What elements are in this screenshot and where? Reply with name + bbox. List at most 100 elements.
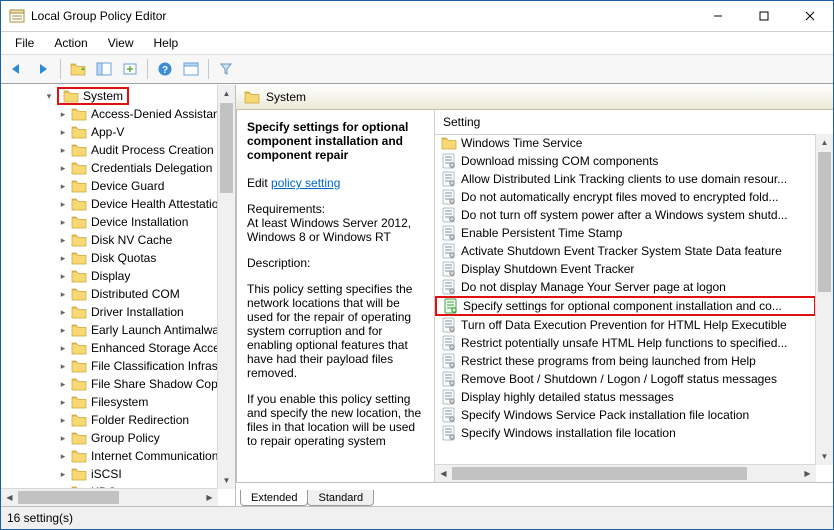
list-row[interactable]: Windows Time Service xyxy=(435,134,816,152)
menu-view[interactable]: View xyxy=(100,34,142,52)
expand-icon[interactable]: ▸ xyxy=(57,414,69,426)
maximize-button[interactable] xyxy=(741,1,787,31)
expand-icon[interactable]: ▸ xyxy=(57,216,69,228)
list-row[interactable]: Display highly detailed status messages xyxy=(435,388,816,406)
policy-icon xyxy=(441,153,457,169)
tab-extended[interactable]: Extended xyxy=(240,490,308,506)
tree-item[interactable]: ▸Device Guard xyxy=(1,177,235,195)
tree-item-label: Group Policy xyxy=(91,431,160,445)
back-button[interactable] xyxy=(5,57,29,81)
filter-button[interactable] xyxy=(214,57,238,81)
expand-icon[interactable]: ▸ xyxy=(57,378,69,390)
folder-icon xyxy=(71,305,87,319)
expand-icon[interactable]: ▸ xyxy=(57,324,69,336)
list-row[interactable]: Do not automatically encrypt files moved… xyxy=(435,188,816,206)
list-row-label: Restrict these programs from being launc… xyxy=(461,354,756,368)
expand-icon[interactable]: ▸ xyxy=(57,162,69,174)
list-row[interactable]: Activate Shutdown Event Tracker System S… xyxy=(435,242,816,260)
properties-button[interactable] xyxy=(179,57,203,81)
tree-item[interactable]: ▸Disk Quotas xyxy=(1,249,235,267)
tree-item-label: Audit Process Creation xyxy=(91,143,214,157)
expand-icon[interactable]: ▸ xyxy=(57,108,69,120)
requirements-text: At least Windows Server 2012, Windows 8 … xyxy=(247,216,424,244)
tree-hscroll[interactable]: ◀ ▶ xyxy=(1,488,218,506)
list-row[interactable]: Specify settings for optional component … xyxy=(435,296,816,316)
description-pane: Specify settings for optional component … xyxy=(237,110,435,482)
tree-item[interactable]: ▸Early Launch Antimalwa xyxy=(1,321,235,339)
expand-icon[interactable]: ▸ xyxy=(57,450,69,462)
help-button[interactable]: ? xyxy=(153,57,177,81)
expand-icon[interactable]: ▸ xyxy=(57,252,69,264)
minimize-button[interactable] xyxy=(695,1,741,31)
tab-standard[interactable]: Standard xyxy=(307,490,374,506)
expand-icon[interactable]: ▸ xyxy=(57,234,69,246)
expand-icon[interactable]: ▸ xyxy=(57,144,69,156)
expand-icon[interactable]: ▸ xyxy=(57,270,69,282)
tree-item[interactable]: ▸Folder Redirection xyxy=(1,411,235,429)
tree-item[interactable]: ▸File Share Shadow Copy xyxy=(1,375,235,393)
tree-item[interactable]: ▸Credentials Delegation xyxy=(1,159,235,177)
policy-icon xyxy=(443,298,459,314)
folder-icon xyxy=(71,161,87,175)
up-button[interactable] xyxy=(66,57,90,81)
list-column-header[interactable]: Setting xyxy=(435,110,833,135)
list-row[interactable]: Do not turn off system power after a Win… xyxy=(435,206,816,224)
list-row[interactable]: Allow Distributed Link Tracking clients … xyxy=(435,170,816,188)
menu-action[interactable]: Action xyxy=(46,34,95,52)
expand-icon[interactable]: ▸ xyxy=(57,198,69,210)
tree-item[interactable]: ▸Filesystem xyxy=(1,393,235,411)
description-p2: If you enable this policy setting and sp… xyxy=(247,392,424,448)
menu-file[interactable]: File xyxy=(7,34,42,52)
list-row[interactable]: Specify Windows installation file locati… xyxy=(435,424,816,442)
tree-item[interactable]: ▸ Disk NV Cache xyxy=(1,231,235,249)
edit-policy-link[interactable]: policy setting xyxy=(271,176,340,190)
tree-item[interactable]: ▸ Device Installation xyxy=(1,213,235,231)
status-text: 16 setting(s) xyxy=(7,511,73,525)
list-row[interactable]: Restrict potentially unsafe HTML Help fu… xyxy=(435,334,816,352)
tree-item[interactable]: ▸Enhanced Storage Acce xyxy=(1,339,235,357)
expand-icon[interactable]: ▸ xyxy=(57,306,69,318)
list-row-label: Display Shutdown Event Tracker xyxy=(461,262,634,276)
list-row[interactable]: Enable Persistent Time Stamp xyxy=(435,224,816,242)
menu-help[interactable]: Help xyxy=(146,34,187,52)
tree-item[interactable]: ▸iSCSI xyxy=(1,465,235,483)
expand-icon[interactable]: ▸ xyxy=(57,288,69,300)
list-hscroll[interactable]: ◀ ▶ xyxy=(435,464,816,482)
expand-icon[interactable]: ▸ xyxy=(57,432,69,444)
tree-item[interactable]: ▸ Group Policy xyxy=(1,429,235,447)
list-row[interactable]: Do not display Manage Your Server page a… xyxy=(435,278,816,296)
tree-item[interactable]: ▸Internet Communication xyxy=(1,447,235,465)
tree-root-system[interactable]: ▾System xyxy=(1,87,235,105)
expand-icon[interactable]: ▸ xyxy=(57,342,69,354)
list-row[interactable]: Turn off Data Execution Prevention for H… xyxy=(435,316,816,334)
list-row-label: Download missing COM components xyxy=(461,154,658,168)
list-row[interactable]: Display Shutdown Event Tracker xyxy=(435,260,816,278)
expand-icon[interactable]: ▸ xyxy=(57,468,69,480)
show-hide-tree-button[interactable] xyxy=(92,57,116,81)
tree-item[interactable]: ▸ Access-Denied Assistan xyxy=(1,105,235,123)
list-vscroll[interactable]: ▲ ▼ xyxy=(815,134,833,465)
expand-icon[interactable]: ▸ xyxy=(57,180,69,192)
close-button[interactable] xyxy=(787,1,833,31)
tree-vscroll[interactable]: ▲ ▼ xyxy=(217,85,235,489)
tree-item[interactable]: ▸App-V xyxy=(1,123,235,141)
tree-item-label: Access-Denied Assistan xyxy=(91,107,220,121)
expand-icon[interactable]: ▸ xyxy=(57,126,69,138)
tree-item[interactable]: ▸File Classification Infras xyxy=(1,357,235,375)
forward-button[interactable] xyxy=(31,57,55,81)
list-row[interactable]: Specify Windows Service Pack installatio… xyxy=(435,406,816,424)
tree-item-label: Device Installation xyxy=(91,215,188,229)
tree-item[interactable]: ▸Distributed COM xyxy=(1,285,235,303)
export-button[interactable] xyxy=(118,57,142,81)
list-row[interactable]: Download missing COM components xyxy=(435,152,816,170)
tree-item[interactable]: ▸Driver Installation xyxy=(1,303,235,321)
tree-item[interactable]: ▸Device Health Attestatio xyxy=(1,195,235,213)
expand-icon[interactable]: ▸ xyxy=(57,360,69,372)
list-row[interactable]: Remove Boot / Shutdown / Logon / Logoff … xyxy=(435,370,816,388)
tree-item[interactable]: ▸Display xyxy=(1,267,235,285)
collapse-icon[interactable]: ▾ xyxy=(43,90,55,102)
list-row[interactable]: Restrict these programs from being launc… xyxy=(435,352,816,370)
tree-item-label: Disk NV Cache xyxy=(91,233,172,247)
tree-item[interactable]: ▸ Audit Process Creation xyxy=(1,141,235,159)
expand-icon[interactable]: ▸ xyxy=(57,396,69,408)
